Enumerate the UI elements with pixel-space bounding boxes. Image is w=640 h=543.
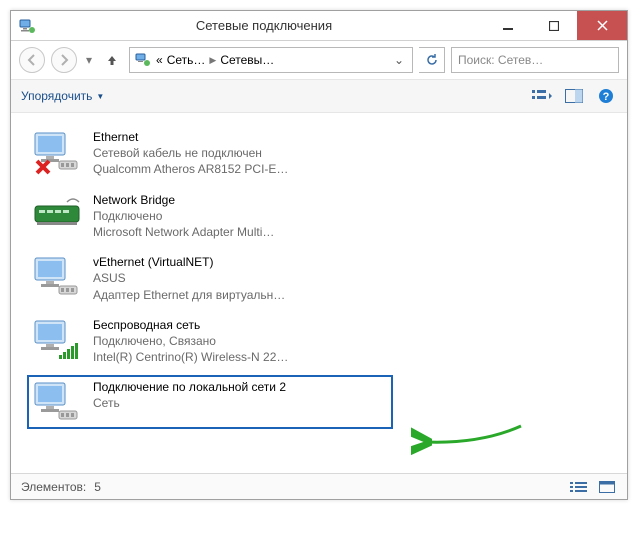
connection-status: Подключено, Связано (93, 333, 288, 349)
connection-status: ASUS (93, 270, 285, 286)
breadcrumb-icon (134, 51, 152, 69)
close-button[interactable] (577, 11, 627, 40)
svg-text:?: ? (603, 91, 610, 103)
preview-pane-button[interactable] (563, 85, 585, 107)
connection-item[interactable]: Беспроводная сетьПодключено, СвязаноInte… (27, 313, 393, 370)
connection-name: Network Bridge (93, 192, 274, 208)
connection-status: Сетевой кабель не подключен (93, 145, 288, 161)
help-button[interactable]: ? (595, 85, 617, 107)
refresh-button[interactable] (419, 47, 445, 73)
breadcrumb[interactable]: « Сеть… ▶ Сетевы… ⌄ (129, 47, 413, 73)
connection-item[interactable]: Network BridgeПодключеноMicrosoft Networ… (27, 188, 393, 245)
nav-history-dropdown[interactable]: ▾ (83, 53, 95, 67)
connection-status: Подключено (93, 208, 274, 224)
view-details-button[interactable] (569, 479, 589, 495)
connection-device: Сеть (93, 395, 286, 411)
connections-list: EthernetСетевой кабель не подключенQualc… (11, 113, 627, 473)
connection-item[interactable]: EthernetСетевой кабель не подключенQualc… (27, 125, 393, 182)
connection-text: Подключение по локальной сети 2Сеть (93, 379, 286, 411)
wifi-icon (31, 317, 83, 363)
app-icon (17, 16, 37, 36)
ethernet-icon (31, 254, 83, 300)
connection-item[interactable]: vEthernet (VirtualNET)ASUSАдаптер Ethern… (27, 250, 393, 307)
breadcrumb-seg1[interactable]: Сеть… (167, 53, 206, 67)
connection-device: Microsoft Network Adapter Multi… (93, 224, 274, 240)
ethernet-disconnected-icon (31, 129, 83, 175)
connection-item[interactable]: Подключение по локальной сети 2Сеть (27, 375, 393, 429)
window-title: Сетевые подключения (43, 18, 485, 33)
connection-name: vEthernet (VirtualNET) (93, 254, 285, 270)
search-placeholder: Поиск: Сетев… (458, 53, 543, 67)
organize-label: Упорядочить (21, 89, 92, 103)
bridge-icon (31, 192, 83, 238)
connection-text: EthernetСетевой кабель не подключенQualc… (93, 129, 288, 178)
minimize-button[interactable] (485, 11, 531, 40)
connection-name: Беспроводная сеть (93, 317, 288, 333)
breadcrumb-dropdown[interactable]: ⌄ (390, 53, 408, 67)
statusbar: Элементов: 5 (11, 473, 627, 499)
breadcrumb-seg2[interactable]: Сетевы… (220, 53, 274, 67)
titlebar: Сетевые подключения (11, 11, 627, 41)
status-count: 5 (94, 480, 101, 494)
navbar: ▾ « Сеть… ▶ Сетевы… ⌄ Поиск: Сетев… (11, 41, 627, 79)
connection-device: Qualcomm Atheros AR8152 PCI-E… (93, 161, 288, 177)
view-options-button[interactable] (531, 85, 553, 107)
window-frame: Сетевые подключения ▾ (10, 10, 628, 500)
connection-text: Network BridgeПодключеноMicrosoft Networ… (93, 192, 274, 241)
toolbar: Упорядочить ▼ ? (11, 79, 627, 113)
chevron-down-icon: ▼ (96, 92, 104, 101)
connection-name: Подключение по локальной сети 2 (93, 379, 286, 395)
breadcrumb-prefix: « (156, 53, 163, 67)
forward-button[interactable] (51, 47, 77, 73)
up-button[interactable] (101, 49, 123, 71)
connection-text: vEthernet (VirtualNET)ASUSАдаптер Ethern… (93, 254, 285, 303)
breadcrumb-chevron-icon[interactable]: ▶ (209, 55, 216, 66)
view-large-button[interactable] (597, 479, 617, 495)
connection-device: Адаптер Ethernet для виртуальн… (93, 287, 285, 303)
maximize-button[interactable] (531, 11, 577, 40)
ethernet-icon (31, 379, 83, 425)
connection-name: Ethernet (93, 129, 288, 145)
back-button[interactable] (19, 47, 45, 73)
organize-button[interactable]: Упорядочить ▼ (21, 89, 104, 103)
status-elements-label: Элементов: (21, 480, 86, 494)
connection-device: Intel(R) Centrino(R) Wireless-N 22… (93, 349, 288, 365)
search-input[interactable]: Поиск: Сетев… (451, 47, 619, 73)
connection-text: Беспроводная сетьПодключено, СвязаноInte… (93, 317, 288, 366)
window-controls (485, 11, 627, 40)
